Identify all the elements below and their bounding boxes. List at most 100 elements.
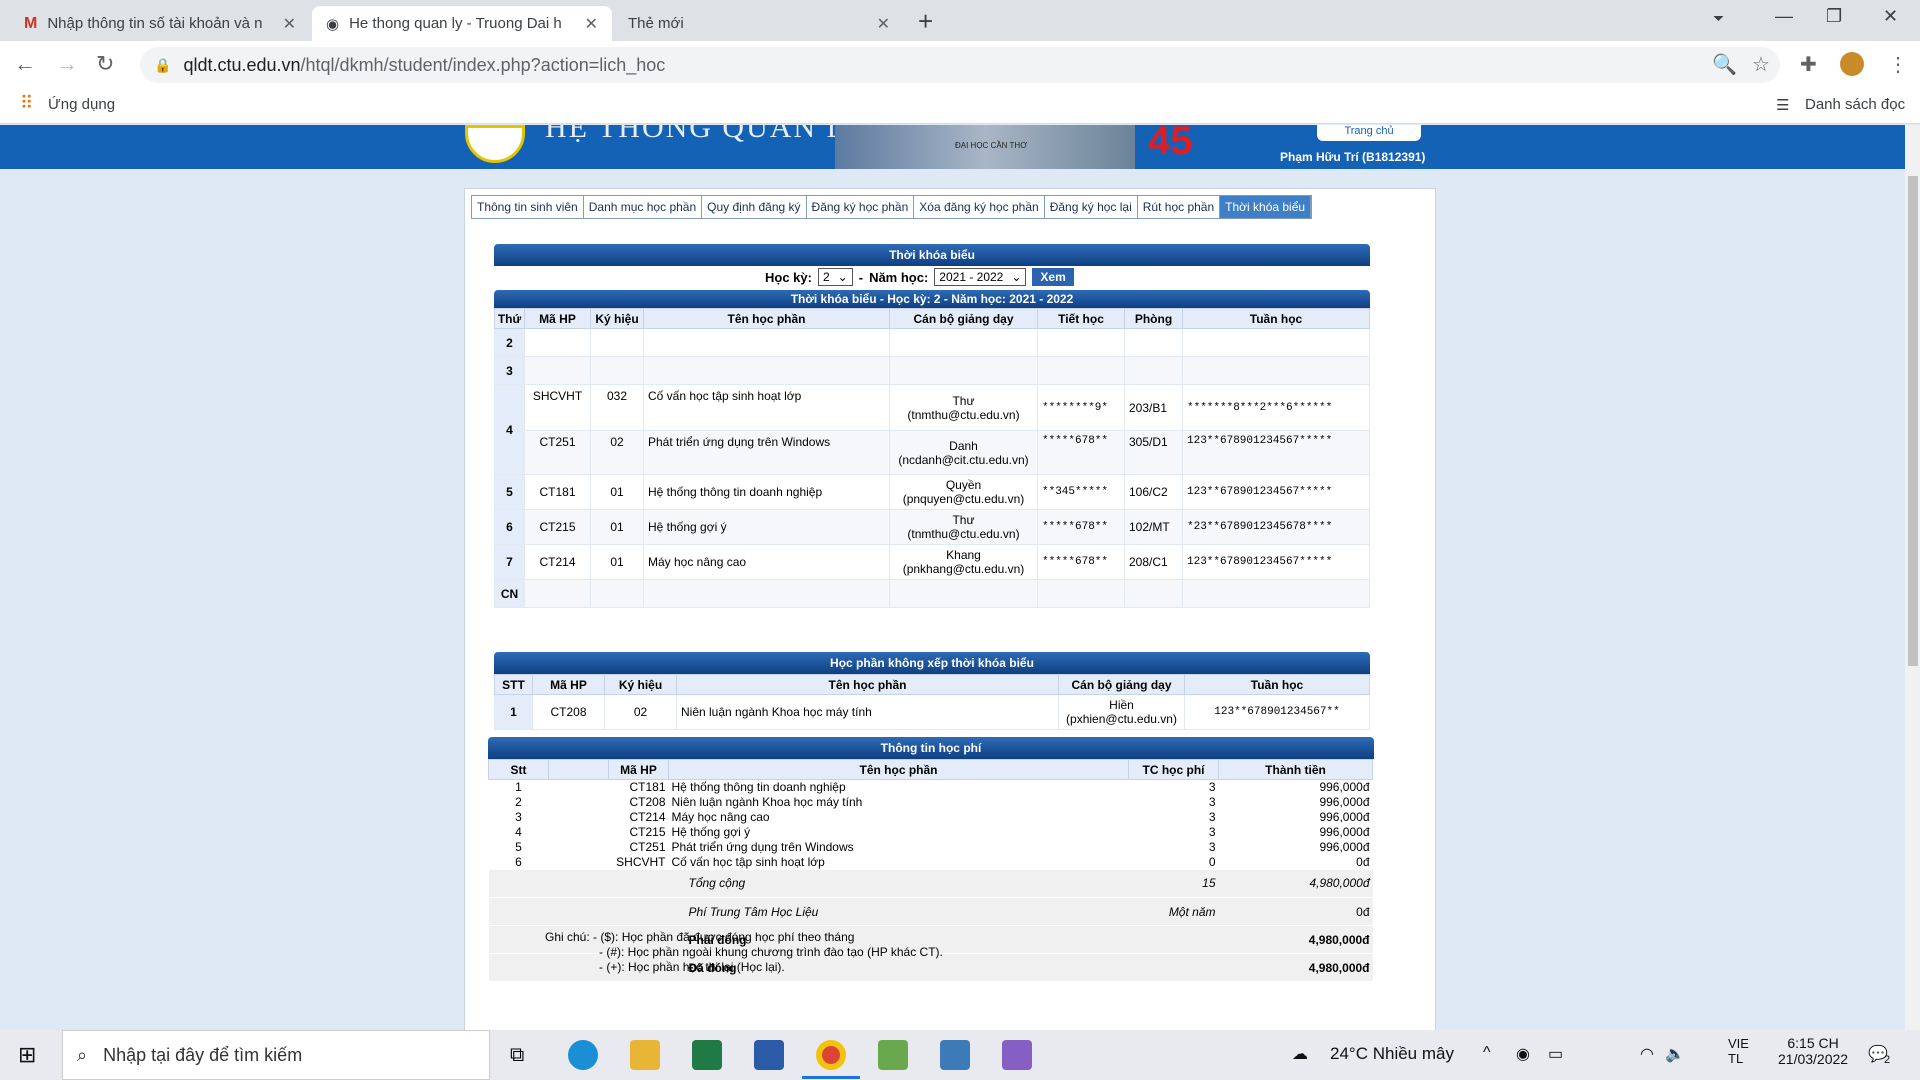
browser-toolbar: ← → ↻ 🔒 qldt.ctu.edu.vn/htql/dkmh/studen… [0, 41, 1920, 88]
col-stt: Stt [488, 759, 549, 780]
fees-header: Thông tin học phí [488, 737, 1374, 759]
minimize-icon[interactable]: — [1775, 6, 1793, 27]
day-cell: CN [494, 579, 525, 608]
python-icon[interactable] [940, 1040, 970, 1070]
zoom-icon[interactable]: 🔍 [1712, 52, 1737, 77]
close-icon[interactable]: ✕ [283, 14, 296, 34]
tray-icon[interactable]: ◉ [1516, 1044, 1530, 1064]
clock[interactable]: 6:15 CH 21/03/2022 [1778, 1035, 1848, 1067]
anniversary-logo-icon: 45 [1148, 125, 1193, 163]
table-row: 2 [494, 328, 1370, 357]
browser-tabstrip: M Nhập thông tin số tài khoản và n ✕ ◉ H… [0, 0, 1920, 41]
close-icon[interactable]: ✕ [585, 14, 598, 34]
lecturer: Khang (pnkhang@ctu.edu.vn) [889, 544, 1038, 580]
tab-gmail[interactable]: M Nhập thông tin số tài khoản và n ✕ [10, 6, 310, 41]
menu-dots-icon[interactable]: ⋮ [1888, 52, 1908, 77]
menu-register[interactable]: Đăng ký học phần [806, 196, 915, 218]
col-room: Phòng [1124, 308, 1183, 329]
menu-withdraw[interactable]: Rút học phần [1137, 196, 1221, 218]
new-tab-icon[interactable]: + [918, 6, 933, 37]
chevron-up-icon[interactable]: ^ [1483, 1044, 1491, 1062]
year-select[interactable]: 2021 - 2022 ⌄ [934, 268, 1027, 286]
total-row: Tổng cộng 15 4,980,000đ [488, 869, 1373, 898]
volume-icon[interactable]: 🔈 [1665, 1044, 1685, 1064]
search-icon: ⌕ [77, 1044, 88, 1065]
weeks: *******8***2***6****** [1182, 384, 1370, 431]
campus-photo: ĐẠI HỌC CẦN THƠ [835, 125, 1135, 169]
excel-icon[interactable] [692, 1040, 722, 1070]
table-header-row: STT Mã HP Ký hiệu Tên học phần Cán bộ gi… [494, 674, 1370, 695]
tab-htql[interactable]: ◉ He thong quan ly - Truong Dai h ✕ [312, 6, 612, 41]
reload-icon[interactable]: ↻ [96, 51, 114, 77]
col-name: Tên học phần [643, 308, 890, 329]
table-row: 5 CT251 Phát triển ứng dụng trên Windows 3 9… [515, 840, 1370, 854]
windows-start-icon[interactable]: ⊞ [18, 1042, 36, 1068]
schedule-header: Thời khóa biểu [494, 244, 1370, 266]
avatar[interactable] [1840, 52, 1864, 76]
back-icon[interactable]: ← [14, 51, 36, 77]
word-icon[interactable] [754, 1040, 784, 1070]
col-credits: TC học phí [1128, 759, 1219, 780]
room: 106/C2 [1124, 474, 1183, 510]
address-bar[interactable]: 🔒 qldt.ctu.edu.vn/htql/dkmh/student/inde… [140, 47, 1780, 83]
scrollbar-thumb[interactable] [1908, 176, 1918, 666]
unscheduled-table: STT Mã HP Ký hiệu Tên học phần Cán bộ gi… [494, 674, 1370, 730]
bookmark-star-icon[interactable]: ☆ [1752, 52, 1770, 77]
course-symbol: 02 [590, 430, 644, 475]
course-symbol: 02 [604, 694, 677, 730]
fees-note: Ghi chú: - ($): Học phần đã được đóng họ… [545, 930, 943, 974]
menu-rules[interactable]: Quy định đăng ký [702, 196, 807, 218]
bookmark-apps[interactable]: Ứng dụng [48, 96, 115, 113]
course-name: Hệ thống thông tin doanh nghiệp [643, 474, 890, 510]
view-button[interactable]: Xem [1032, 268, 1074, 286]
menu-unregister[interactable]: Xóa đăng ký học phần [914, 196, 1045, 218]
url-text: qldt.ctu.edu.vn/htql/dkmh/student/index.… [183, 54, 666, 75]
tab-title: Nhập thông tin số tài khoản và n [47, 15, 263, 32]
edge-icon[interactable] [568, 1040, 598, 1070]
tab-search-icon[interactable]: ⏷ [1713, 10, 1724, 27]
col-symbol: Ký hiệu [604, 674, 677, 695]
course-code: CT215 [524, 509, 591, 545]
menu-course-list[interactable]: Danh mục học phần [583, 196, 703, 218]
course-name: Phát triển ứng dụng trên Windows [643, 430, 890, 475]
menu-timetable[interactable]: Thời khóa biểu [1220, 196, 1312, 218]
forward-icon[interactable]: → [56, 51, 78, 77]
chrome-icon[interactable] [816, 1040, 846, 1070]
semester-select[interactable]: 2 ⌄ [817, 268, 853, 286]
course-symbol: 01 [590, 544, 644, 580]
course-name: Máy học nâng cao [643, 544, 890, 580]
ctu-logo-icon [465, 125, 525, 163]
weeks: 123**678901234567***** [1182, 544, 1370, 580]
table-row: 3 CT214 Máy học nâng cao 3 996,000đ [515, 810, 1370, 824]
wifi-icon[interactable]: ◠ [1640, 1044, 1654, 1064]
weather-text[interactable]: 24°C Nhiều mây [1330, 1044, 1454, 1064]
extensions-icon[interactable]: ✚ [1800, 52, 1817, 77]
close-icon[interactable]: ✕ [877, 14, 890, 34]
course-code: CT214 [524, 544, 591, 580]
task-view-icon[interactable]: ⧉ [510, 1044, 524, 1067]
window-close-icon[interactable]: ✕ [1883, 6, 1898, 27]
row-stt: 1 [494, 694, 533, 730]
table-header-row: Stt Mã HP Tên học phần TC học phí Thành … [488, 759, 1373, 780]
tab-new[interactable]: Thẻ mới ✕ [614, 6, 904, 41]
app-icon[interactable] [878, 1040, 908, 1070]
col-weeks: Tuần học [1184, 674, 1370, 695]
input-lang[interactable]: VIE TL [1728, 1036, 1749, 1066]
visual-studio-icon[interactable] [1002, 1040, 1032, 1070]
menu-student-info[interactable]: Thông tin sinh viên [472, 196, 584, 218]
photo-caption: ĐẠI HỌC CẦN THƠ [955, 141, 1028, 150]
col-code: Mã HP [532, 674, 605, 695]
period: *****678** [1037, 509, 1125, 545]
unscheduled-header: Học phần không xếp thời khóa biểu [494, 652, 1370, 674]
weather-icon: ☁ [1292, 1046, 1308, 1063]
file-explorer-icon[interactable] [630, 1040, 660, 1070]
reading-list[interactable]: Danh sách đọc [1805, 96, 1905, 113]
table-row: 3 [494, 356, 1370, 385]
menu-reregister[interactable]: Đăng ký học lại [1044, 196, 1138, 218]
table-row: 1 CT181 Hệ thống thông tin doanh nghiệp 3 99… [515, 780, 1370, 795]
maximize-icon[interactable]: ❐ [1826, 6, 1842, 27]
home-link[interactable]: Trang chủ [1317, 125, 1421, 141]
taskbar-search[interactable]: ⌕ Nhập tại đây để tìm kiếm [62, 1030, 490, 1080]
year-label: Năm học: [869, 269, 929, 285]
room: 102/MT [1124, 509, 1183, 545]
